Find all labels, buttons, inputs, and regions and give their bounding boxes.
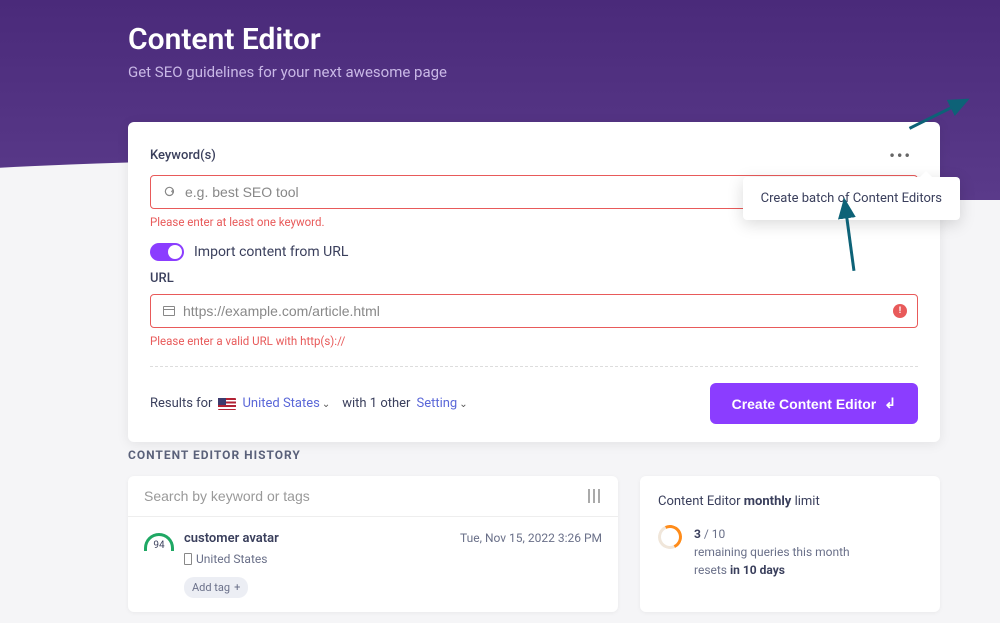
browser-icon <box>163 306 175 316</box>
with-other-label: with 1 other <box>342 396 410 411</box>
score-gauge: 94 <box>144 533 174 551</box>
history-item-title: customer avatar <box>184 531 279 546</box>
history-item[interactable]: 94 customer avatar United States Tue, No… <box>128 517 618 612</box>
divider <box>150 366 918 367</box>
device-icon <box>184 553 192 565</box>
create-card: Keyword(s) ••• Please enter at least one… <box>128 122 940 442</box>
keywords-label: Keyword(s) <box>150 148 216 163</box>
country-select[interactable]: United States⌄ <box>242 396 330 411</box>
filter-icon[interactable] <box>586 489 602 503</box>
error-icon: ! <box>893 304 907 318</box>
limit-title: Content Editor monthly limit <box>658 494 922 509</box>
usage-gauge-icon <box>655 522 686 553</box>
results-settings: Results for United States⌄ with 1 other … <box>150 396 468 411</box>
history-item-location: United States <box>184 552 279 566</box>
keywords-label-row: Keyword(s) ••• <box>150 144 918 167</box>
enter-icon: ↲ <box>884 395 896 412</box>
us-flag-icon <box>218 398 236 410</box>
results-for-label: Results for <box>150 396 212 411</box>
limit-panel: Content Editor monthly limit 3 / 10 rema… <box>640 476 940 612</box>
url-section: URL ! Please enter a valid URL with http… <box>150 271 918 348</box>
import-toggle-label: Import content from URL <box>194 244 348 260</box>
url-label: URL <box>150 271 918 286</box>
page-title: Content Editor <box>128 22 872 57</box>
history-list-panel: 94 customer avatar United States Tue, No… <box>128 476 618 612</box>
chevron-down-icon: ⌄ <box>322 399 330 410</box>
history-section: CONTENT EDITOR HISTORY 94 customer avata… <box>128 448 940 612</box>
history-search-input[interactable] <box>144 488 586 504</box>
setting-select[interactable]: Setting⌄ <box>416 396 467 411</box>
more-menu-button[interactable]: ••• <box>883 144 918 167</box>
history-search-row <box>128 476 618 517</box>
limit-text: 3 / 10 remaining queries this month rese… <box>694 525 850 579</box>
add-tag-button[interactable]: Add tag + <box>184 577 248 598</box>
create-content-editor-button[interactable]: Create Content Editor ↲ <box>710 383 918 424</box>
plus-icon: + <box>234 581 240 594</box>
history-section-title: CONTENT EDITOR HISTORY <box>128 448 940 462</box>
card-footer: Results for United States⌄ with 1 other … <box>150 383 918 424</box>
url-input-wrap[interactable]: ! <box>150 294 918 328</box>
url-input[interactable] <box>183 303 905 319</box>
history-grid: 94 customer avatar United States Tue, No… <box>128 476 940 612</box>
chevron-down-icon: ⌄ <box>459 399 467 410</box>
page-subtitle: Get SEO guidelines for your next awesome… <box>128 63 872 81</box>
import-toggle[interactable] <box>150 243 184 261</box>
more-menu-tooltip[interactable]: Create batch of Content Editors <box>743 177 960 220</box>
url-error: Please enter a valid URL with http(s):// <box>150 334 918 348</box>
import-toggle-row: Import content from URL <box>150 243 918 261</box>
history-item-date: Tue, Nov 15, 2022 3:26 PM <box>460 531 602 545</box>
keyword-icon <box>163 185 177 199</box>
